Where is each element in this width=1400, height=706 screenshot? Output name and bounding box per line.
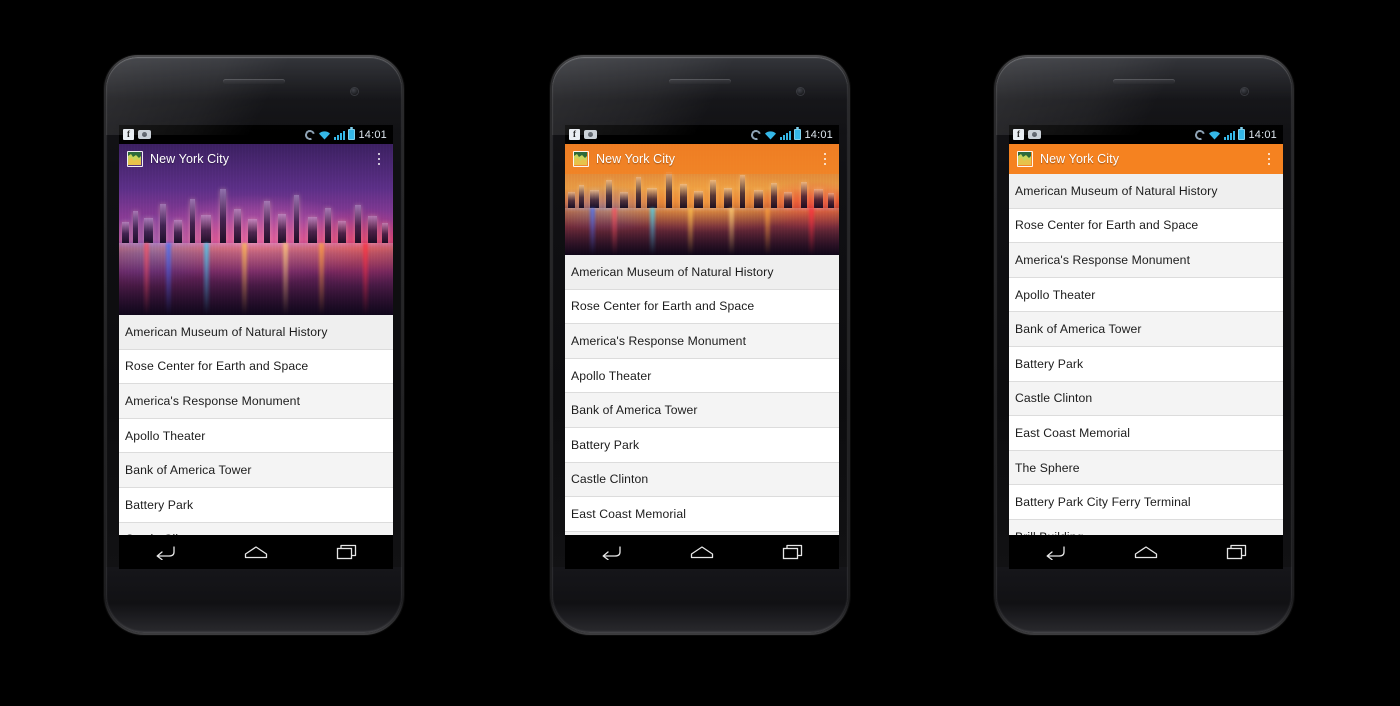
status-bar: f 14:01 — [119, 125, 393, 144]
list-item[interactable]: American Museum of Natural History — [1009, 174, 1283, 209]
list-item[interactable]: Rose Center for Earth and Space — [1009, 208, 1283, 244]
sync-icon — [303, 127, 318, 142]
sync-icon — [1193, 127, 1208, 142]
home-icon[interactable] — [232, 539, 280, 565]
back-icon[interactable] — [141, 539, 189, 565]
home-icon[interactable] — [1122, 539, 1170, 565]
recents-icon[interactable] — [323, 539, 371, 565]
list-item[interactable]: America's Response Monument — [1009, 243, 1283, 278]
phone-screen-1: f 14:01 New York City American Museum of… — [119, 125, 393, 569]
hero-image-2: New York City — [565, 144, 839, 255]
phone-chin — [996, 567, 1292, 633]
signal-icon — [1224, 130, 1236, 140]
list-item[interactable]: American Museum of Natural History — [565, 255, 839, 290]
list-item[interactable]: Battery Park City Ferry Terminal — [1009, 485, 1283, 520]
app-bar-title: New York City — [596, 152, 676, 166]
list-item[interactable]: Rose Center for Earth and Space — [119, 349, 393, 385]
nav-bar-1 — [119, 535, 393, 569]
hero-image-1: New York City — [119, 144, 393, 315]
signal-icon — [334, 130, 346, 140]
phone-chin — [106, 567, 402, 633]
camera-icon — [1028, 130, 1041, 139]
list-item[interactable]: Apollo Theater — [1009, 277, 1283, 313]
list-item[interactable]: America's Response Monument — [565, 324, 839, 359]
landmark-list-3[interactable]: American Museum of Natural History Rose … — [1009, 174, 1283, 555]
list-item[interactable]: East Coast Memorial — [1009, 416, 1283, 451]
front-camera — [1241, 88, 1248, 95]
globe-map-icon[interactable] — [1017, 151, 1033, 167]
facebook-icon: f — [123, 129, 134, 140]
list-item[interactable]: Battery Park — [1009, 346, 1283, 382]
status-time: 14:01 — [358, 128, 387, 141]
nav-bar-2 — [565, 535, 839, 569]
phone-chin — [552, 567, 848, 633]
status-time: 14:01 — [1248, 128, 1277, 141]
app-bar-2: New York City — [565, 144, 839, 174]
phone-device-2: f 14:01 New York City American Museum of… — [550, 55, 850, 635]
phone-screen-3: f 14:01 New York City American Museum of… — [1009, 125, 1283, 569]
facebook-icon: f — [569, 129, 580, 140]
scene-root: f 14:01 New York City American Museum of… — [0, 0, 1400, 706]
more-options-icon[interactable] — [372, 150, 386, 168]
list-item[interactable]: The Sphere — [1009, 450, 1283, 486]
list-item[interactable]: Bank of America Tower — [565, 393, 839, 428]
status-bar: f 14:01 — [1009, 125, 1283, 144]
list-item[interactable]: Rose Center for Earth and Space — [565, 289, 839, 325]
front-camera — [797, 88, 804, 95]
home-icon[interactable] — [678, 539, 726, 565]
battery-icon — [794, 127, 802, 140]
phone-device-1: f 14:01 New York City American Museum of… — [104, 55, 404, 635]
list-item[interactable]: American Museum of Natural History — [119, 315, 393, 350]
list-item[interactable]: Apollo Theater — [119, 418, 393, 454]
app-bar-title: New York City — [150, 152, 230, 166]
nav-bar-3 — [1009, 535, 1283, 569]
list-item[interactable]: Battery Park — [565, 427, 839, 463]
battery-icon — [348, 127, 356, 140]
app-bar-3: New York City — [1009, 144, 1283, 174]
app-bar-1: New York City — [119, 144, 393, 174]
list-item[interactable]: Bank of America Tower — [119, 453, 393, 488]
list-item[interactable]: Castle Clinton — [1009, 381, 1283, 417]
signal-icon — [780, 130, 792, 140]
globe-map-icon[interactable] — [127, 151, 143, 167]
wifi-icon — [1208, 130, 1221, 140]
back-icon[interactable] — [587, 539, 635, 565]
status-bar: f 14:01 — [565, 125, 839, 144]
phone-device-3: f 14:01 New York City American Museum of… — [994, 55, 1294, 635]
more-options-icon[interactable] — [818, 150, 832, 168]
list-item[interactable]: Battery Park — [119, 487, 393, 523]
list-item[interactable]: East Coast Memorial — [565, 497, 839, 532]
earpiece-speaker — [223, 79, 285, 84]
front-camera — [351, 88, 358, 95]
app-bar-title: New York City — [1040, 152, 1120, 166]
list-item[interactable]: Apollo Theater — [565, 358, 839, 394]
wifi-icon — [318, 130, 331, 140]
earpiece-speaker — [669, 79, 731, 84]
status-time: 14:01 — [804, 128, 833, 141]
list-item[interactable]: America's Response Monument — [119, 384, 393, 419]
recents-icon[interactable] — [769, 539, 817, 565]
recents-icon[interactable] — [1213, 539, 1261, 565]
list-item[interactable]: Castle Clinton — [565, 462, 839, 498]
landmark-list-2[interactable]: American Museum of Natural History Rose … — [565, 255, 839, 567]
wifi-icon — [764, 130, 777, 140]
camera-icon — [138, 130, 151, 139]
back-icon[interactable] — [1031, 539, 1079, 565]
battery-icon — [1238, 127, 1246, 140]
earpiece-speaker — [1113, 79, 1175, 84]
facebook-icon: f — [1013, 129, 1024, 140]
more-options-icon[interactable] — [1262, 150, 1276, 168]
camera-icon — [584, 130, 597, 139]
phone-screen-2: f 14:01 New York City American Museum of… — [565, 125, 839, 569]
sync-icon — [749, 127, 764, 142]
list-item[interactable]: Bank of America Tower — [1009, 312, 1283, 347]
landmark-list-1[interactable]: American Museum of Natural History Rose … — [119, 315, 393, 558]
globe-map-icon[interactable] — [573, 151, 589, 167]
